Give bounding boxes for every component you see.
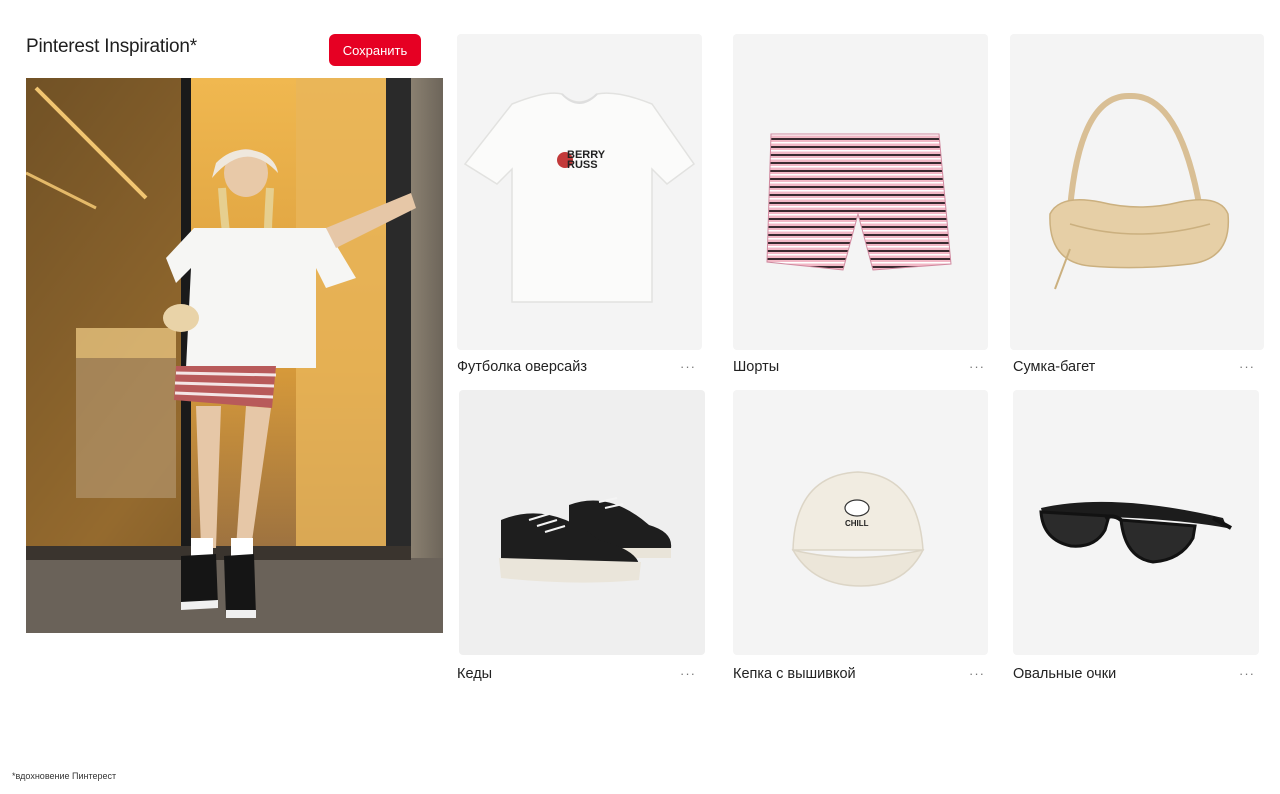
page-title: Pinterest Inspiration* bbox=[26, 36, 197, 57]
t-shirt-image: BERRY RUSS bbox=[463, 92, 696, 303]
striped-shorts-image bbox=[766, 133, 952, 271]
footnote: *вдохновение Пинтерест bbox=[12, 771, 117, 781]
product-card-sneakers[interactable] bbox=[459, 390, 705, 655]
tshirt-print-line-2: RUSS bbox=[567, 159, 598, 171]
product-label-shorts[interactable]: Шорты bbox=[733, 359, 779, 375]
cap-embroidery-text: CHILL bbox=[845, 519, 869, 528]
product-card-sunglasses[interactable] bbox=[1013, 390, 1259, 655]
more-options-button-shorts[interactable]: ··· bbox=[969, 360, 985, 373]
more-options-button-tshirt[interactable]: ··· bbox=[680, 360, 696, 373]
inspiration-photo[interactable] bbox=[26, 78, 443, 633]
more-options-button-sneakers[interactable]: ··· bbox=[680, 667, 696, 680]
product-card-cap[interactable]: CHILL bbox=[733, 390, 988, 655]
inspiration-photo-illustration bbox=[26, 78, 443, 633]
oval-sunglasses-image bbox=[1039, 501, 1232, 564]
product-label-cap[interactable]: Кепка с вышивкой bbox=[733, 666, 856, 682]
product-label-tshirt[interactable]: Футболка оверсайз bbox=[457, 359, 587, 375]
product-card-tshirt[interactable]: BERRY RUSS bbox=[457, 34, 702, 350]
more-options-button-sunglasses[interactable]: ··· bbox=[1239, 667, 1255, 680]
product-card-bag[interactable] bbox=[1010, 34, 1264, 350]
product-label-bag[interactable]: Сумка-багет bbox=[1013, 359, 1095, 375]
sneakers-image bbox=[499, 497, 672, 583]
save-button[interactable]: Сохранить bbox=[329, 34, 421, 66]
more-options-button-cap[interactable]: ··· bbox=[969, 667, 985, 680]
product-label-sunglasses[interactable]: Овальные очки bbox=[1013, 666, 1116, 682]
product-card-shorts[interactable] bbox=[733, 34, 988, 350]
embroidered-cap-image: CHILL bbox=[791, 471, 925, 587]
more-options-button-bag[interactable]: ··· bbox=[1239, 360, 1255, 373]
baguette-bag-image bbox=[1049, 92, 1230, 290]
product-label-sneakers[interactable]: Кеды bbox=[457, 666, 492, 682]
